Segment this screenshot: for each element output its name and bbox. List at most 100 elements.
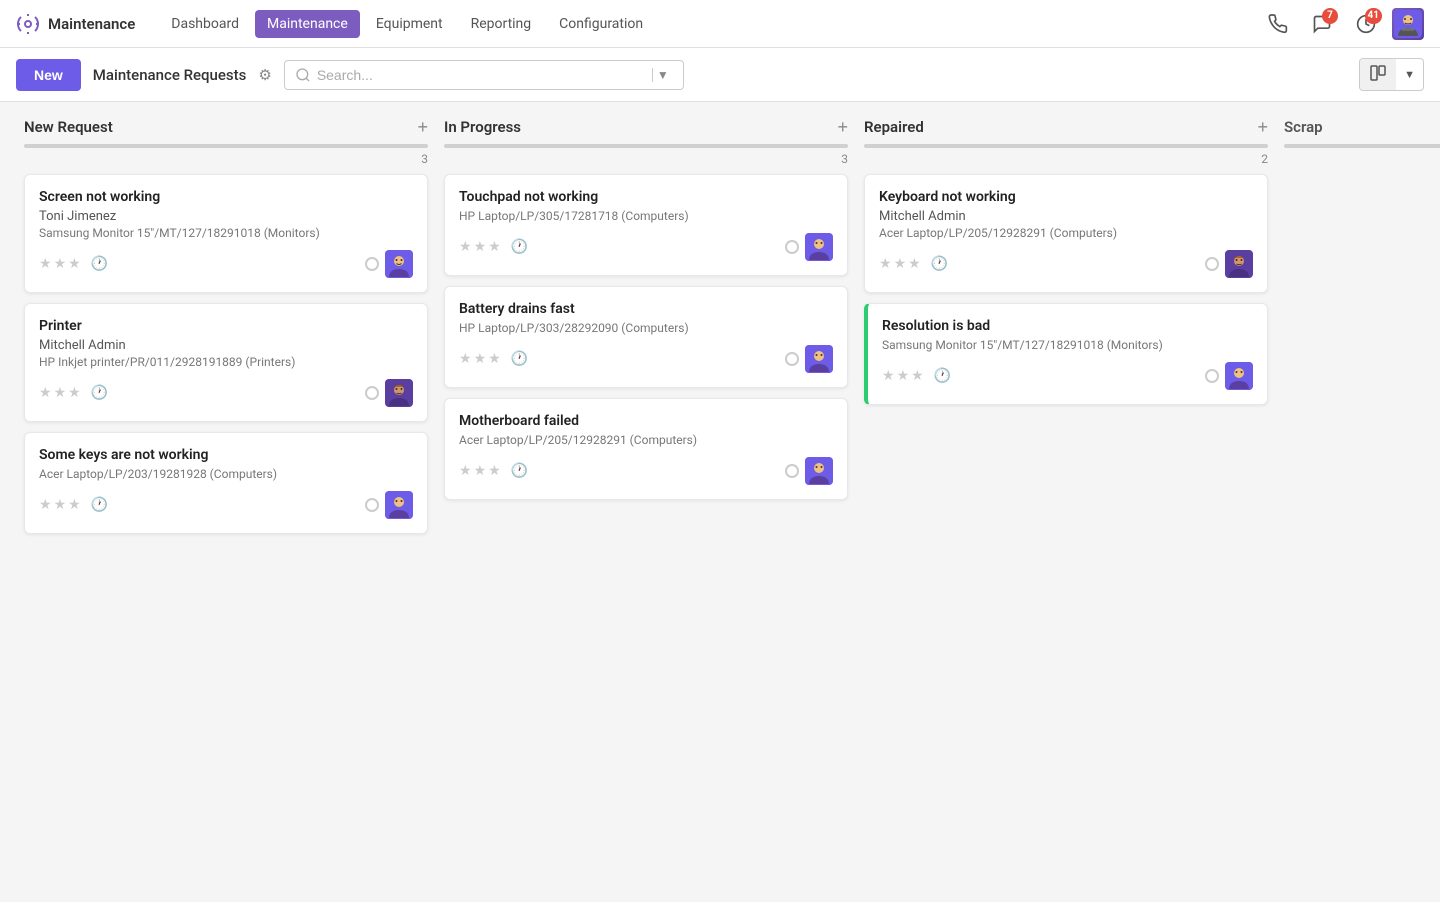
- star-1[interactable]: ★: [879, 256, 892, 272]
- star-1[interactable]: ★: [39, 497, 52, 513]
- card-footer-left: ★ ★ ★ 🕐: [882, 368, 951, 384]
- column-add-button-new_request[interactable]: +: [417, 118, 428, 136]
- star-3[interactable]: ★: [68, 256, 81, 272]
- column-add-button-in_progress[interactable]: +: [837, 118, 848, 136]
- top-nav: Maintenance Dashboard Maintenance Equipm…: [0, 0, 1440, 48]
- star-1[interactable]: ★: [39, 385, 52, 401]
- nav-reporting[interactable]: Reporting: [459, 10, 544, 38]
- star-2[interactable]: ★: [54, 256, 67, 272]
- nav-logo[interactable]: Maintenance: [16, 12, 135, 36]
- rating-stars[interactable]: ★ ★ ★: [459, 239, 501, 255]
- card-2-0[interactable]: Keyboard not working Mitchell Admin Acer…: [864, 174, 1268, 293]
- radio-toggle[interactable]: [785, 240, 799, 254]
- rating-stars[interactable]: ★ ★ ★: [39, 385, 81, 401]
- radio-toggle[interactable]: [785, 352, 799, 366]
- column-title-scrap: Scrap: [1284, 118, 1323, 136]
- phone-icon-btn[interactable]: [1260, 6, 1296, 42]
- clock-icon-btn[interactable]: 41: [1348, 6, 1384, 42]
- star-3[interactable]: ★: [68, 385, 81, 401]
- view-toggle[interactable]: ▼: [1359, 58, 1424, 91]
- star-2[interactable]: ★: [894, 256, 907, 272]
- nav-equipment[interactable]: Equipment: [364, 10, 455, 38]
- star-2[interactable]: ★: [897, 368, 910, 384]
- column-count-new_request: 3: [24, 152, 428, 166]
- clock-icon[interactable]: 🕐: [511, 239, 528, 255]
- star-1[interactable]: ★: [882, 368, 895, 384]
- search-dropdown-button[interactable]: ▼: [652, 68, 673, 82]
- star-2[interactable]: ★: [474, 239, 487, 255]
- assignee-avatar[interactable]: [385, 379, 413, 407]
- radio-toggle[interactable]: [365, 386, 379, 400]
- star-2[interactable]: ★: [54, 385, 67, 401]
- card-footer-left: ★ ★ ★ 🕐: [39, 497, 108, 513]
- rating-stars[interactable]: ★ ★ ★: [39, 256, 81, 272]
- kanban-view-button[interactable]: [1360, 59, 1396, 90]
- clock-icon[interactable]: 🕐: [511, 463, 528, 479]
- radio-toggle[interactable]: [785, 464, 799, 478]
- rating-stars[interactable]: ★ ★ ★: [879, 256, 921, 272]
- nav-right: 7 41: [1260, 6, 1424, 42]
- card-footer-left: ★ ★ ★ 🕐: [459, 463, 528, 479]
- clock-icon[interactable]: 🕐: [91, 497, 108, 513]
- assignee-avatar[interactable]: [1225, 362, 1253, 390]
- search-input[interactable]: [317, 67, 646, 83]
- card-0-2[interactable]: Some keys are not working Acer Laptop/LP…: [24, 432, 428, 534]
- column-count-repaired: 2: [864, 152, 1268, 166]
- card-1-1[interactable]: Battery drains fast HP Laptop/LP/303/282…: [444, 286, 848, 388]
- column-progress-bar-scrap: [1284, 144, 1440, 148]
- card-1-0[interactable]: Touchpad not working HP Laptop/LP/305/17…: [444, 174, 848, 276]
- assignee-avatar[interactable]: [1225, 250, 1253, 278]
- radio-toggle[interactable]: [365, 257, 379, 271]
- star-2[interactable]: ★: [474, 351, 487, 367]
- card-1-2[interactable]: Motherboard failed Acer Laptop/LP/205/12…: [444, 398, 848, 500]
- nav-dashboard[interactable]: Dashboard: [159, 10, 251, 38]
- star-2[interactable]: ★: [474, 463, 487, 479]
- card-2-1[interactable]: Resolution is bad Samsung Monitor 15"/MT…: [864, 303, 1268, 405]
- card-footer-right: [365, 250, 413, 278]
- new-button[interactable]: New: [16, 59, 81, 91]
- star-3[interactable]: ★: [68, 497, 81, 513]
- clock-icon[interactable]: 🕐: [931, 256, 948, 272]
- card-footer: ★ ★ ★ 🕐: [39, 250, 413, 278]
- clock-icon[interactable]: 🕐: [91, 256, 108, 272]
- card-footer-right: [785, 457, 833, 485]
- settings-gear-button[interactable]: ⚙: [258, 66, 271, 84]
- rating-stars[interactable]: ★ ★ ★: [459, 463, 501, 479]
- chat-icon-btn[interactable]: 7: [1304, 6, 1340, 42]
- card-0-0[interactable]: Screen not working Toni Jimenez Samsung …: [24, 174, 428, 293]
- radio-toggle[interactable]: [1205, 257, 1219, 271]
- clock-icon[interactable]: 🕐: [511, 351, 528, 367]
- assignee-avatar[interactable]: [805, 345, 833, 373]
- nav-maintenance[interactable]: Maintenance: [255, 10, 360, 38]
- rating-stars[interactable]: ★ ★ ★: [39, 497, 81, 513]
- user-avatar-nav[interactable]: [1392, 8, 1424, 40]
- radio-toggle[interactable]: [365, 498, 379, 512]
- assignee-avatar[interactable]: [805, 233, 833, 261]
- nav-configuration[interactable]: Configuration: [547, 10, 655, 38]
- star-3[interactable]: ★: [488, 351, 501, 367]
- assignee-avatar[interactable]: [385, 250, 413, 278]
- rating-stars[interactable]: ★ ★ ★: [459, 351, 501, 367]
- star-1[interactable]: ★: [459, 239, 472, 255]
- star-2[interactable]: ★: [54, 497, 67, 513]
- star-3[interactable]: ★: [488, 463, 501, 479]
- star-3[interactable]: ★: [488, 239, 501, 255]
- star-1[interactable]: ★: [39, 256, 52, 272]
- column-add-button-repaired[interactable]: +: [1257, 118, 1268, 136]
- column-scrap: Scrap +: [1276, 118, 1440, 886]
- assignee-avatar[interactable]: [805, 457, 833, 485]
- star-3[interactable]: ★: [908, 256, 921, 272]
- star-3[interactable]: ★: [911, 368, 924, 384]
- rating-stars[interactable]: ★ ★ ★: [882, 368, 924, 384]
- star-1[interactable]: ★: [459, 351, 472, 367]
- clock-icon[interactable]: 🕐: [91, 385, 108, 401]
- assignee-avatar[interactable]: [385, 491, 413, 519]
- column-count-in_progress: 3: [444, 152, 848, 166]
- star-1[interactable]: ★: [459, 463, 472, 479]
- clock-icon[interactable]: 🕐: [934, 368, 951, 384]
- page-title: Maintenance Requests: [93, 66, 247, 84]
- column-progress-bar-in_progress: [444, 144, 848, 148]
- radio-toggle[interactable]: [1205, 369, 1219, 383]
- view-dropdown-button[interactable]: ▼: [1396, 63, 1423, 87]
- card-0-1[interactable]: Printer Mitchell Admin HP Inkjet printer…: [24, 303, 428, 422]
